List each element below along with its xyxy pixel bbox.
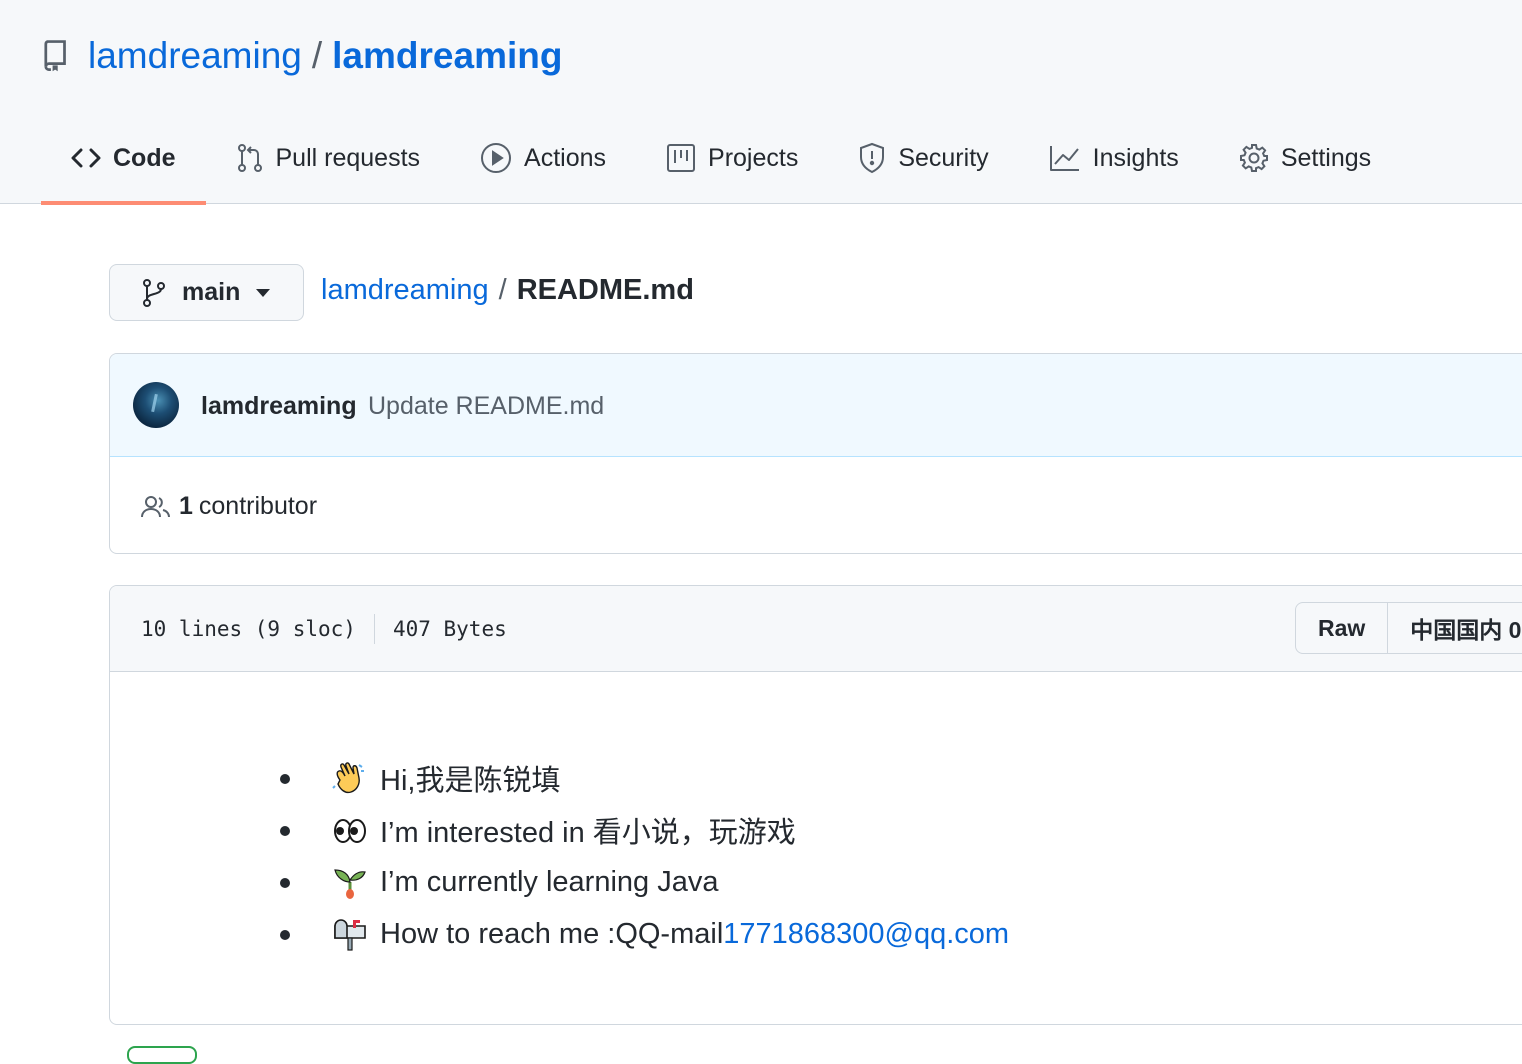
latest-commit-box: lamdreaming Update README.md 1 contribut… [109,353,1522,554]
file-viewer: 10 lines (9 sloc) 407 Bytes Raw 中国国内 0 H… [109,585,1522,1025]
graph-icon [1049,146,1079,171]
repo-icon [42,39,70,73]
breadcrumb-file-name: README.md [516,274,694,306]
waving-hand-icon [332,760,368,796]
repo-nav-tabs: Code Pull requests Actions Projects Secu… [41,112,1401,205]
breadcrumb-repo-link[interactable]: lamdreaming [321,274,489,307]
repo-owner-link[interactable]: lamdreaming [88,35,302,77]
branch-name: main [182,278,241,306]
code-icon [71,148,101,168]
shield-icon [860,142,885,174]
tab-security[interactable]: Security [828,112,1018,204]
list-item: Hi,我是陈锐填 [279,752,1009,804]
readme-item-text: Hi,我是陈锐填 [380,765,561,797]
contributors-label: contributor [198,492,318,520]
file-info-divider [373,614,375,644]
commit-header: lamdreaming Update README.md [110,354,1522,457]
chevron-down-icon [256,288,271,297]
table-icon [667,144,696,172]
tab-actions-label: Actions [524,143,607,172]
mirror-button[interactable]: 中国国内 0 [1388,602,1522,654]
avatar[interactable] [133,382,179,428]
file-header: 10 lines (9 sloc) 407 Bytes Raw 中国国内 0 [110,586,1522,672]
readme-item-text: I’m currently learning Java [380,865,719,898]
eyes-icon [332,812,368,848]
list-item: I’m currently learning Java [279,856,1009,908]
contributors-count: 1 [179,492,193,520]
file-line-count: 10 lines (9 sloc) [141,617,356,641]
file-size: 407 Bytes [392,617,507,641]
repo-title: lamdreaming / lamdreaming [42,30,562,82]
mailbox-icon [332,916,368,952]
branch-select-button[interactable]: main [109,264,304,321]
tab-projects-label: Projects [708,143,799,172]
breadcrumb-separator: / [498,274,507,306]
tab-code-label: Code [113,143,176,172]
file-info: 10 lines (9 sloc) 407 Bytes [141,614,507,644]
repo-name-link[interactable]: lamdreaming [332,35,562,77]
repo-separator: / [311,35,323,76]
tab-code[interactable]: Code [41,112,206,205]
tab-security-label: Security [898,143,989,172]
contributors-link[interactable]: 1 contributor [141,492,317,521]
repo-header: lamdreaming / lamdreaming Code Pull requ… [0,0,1522,205]
tab-pull-requests-label: Pull requests [275,143,421,172]
tab-insights-label: Insights [1092,143,1179,172]
git-branch-icon [143,278,165,307]
commit-message-link[interactable]: Update README.md [368,392,604,421]
tab-settings[interactable]: Settings [1209,112,1401,204]
commit-author-link[interactable]: lamdreaming [201,392,357,421]
readme-item-text: How to reach me :QQ-mail [380,917,724,950]
file-breadcrumb: lamdreaming / README.md [321,274,694,307]
readme-item-text: I’m interested in 看小说，玩游戏 [380,817,796,849]
readme-list: Hi,我是陈锐填 I’m interested in 看小说，玩游戏 I’m c… [279,752,1009,960]
play-icon [481,143,512,173]
gear-icon [1239,144,1268,172]
readme-content: Hi,我是陈锐填 I’m interested in 看小说，玩游戏 I’m c… [110,672,1522,1024]
people-icon [141,495,170,517]
list-item: How to reach me :QQ-mail 1771868300@qq.c… [279,908,1009,960]
email-link[interactable]: 1771868300@qq.com [723,918,1009,951]
tab-pull-requests[interactable]: Pull requests [206,112,451,204]
tab-projects[interactable]: Projects [636,112,828,204]
file-action-buttons: Raw 中国国内 0 [1295,602,1522,654]
partial-button-edge [127,1046,197,1064]
seedling-icon [332,864,368,900]
raw-button[interactable]: Raw [1295,602,1389,654]
git-pull-request-icon [237,144,262,172]
list-item: I’m interested in 看小说，玩游戏 [279,804,1009,856]
tab-insights[interactable]: Insights [1019,112,1209,204]
tab-settings-label: Settings [1280,143,1372,172]
tab-actions[interactable]: Actions [450,112,636,204]
